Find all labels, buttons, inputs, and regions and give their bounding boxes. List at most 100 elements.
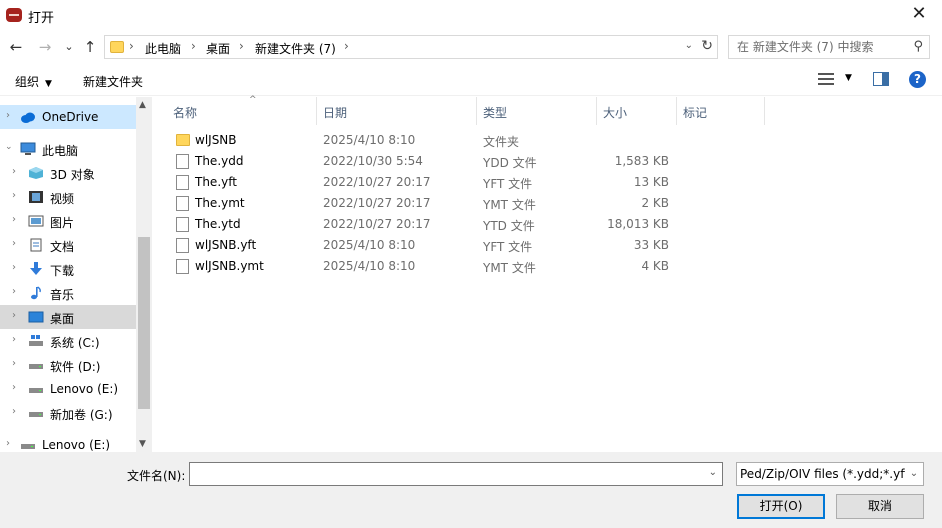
sidebar-item-drive-g[interactable]: › 新加卷 (G:) <box>0 401 136 425</box>
expand-chevron-icon[interactable]: › <box>12 406 16 417</box>
breadcrumb-this-pc[interactable]: 此电脑 <box>145 40 181 57</box>
sidebar-item-drive-d[interactable]: › 软件 (D:) <box>0 353 136 377</box>
file-row[interactable]: wlJSNB.ymt 2025/4/10 8:10 YMT 文件 4 KB <box>155 256 775 277</box>
column-header-name[interactable]: 名称 ^ <box>165 95 317 125</box>
view-options-icon[interactable] <box>818 72 834 86</box>
sidebar-item-desktop[interactable]: › 桌面 <box>0 305 136 329</box>
search-box: ⚲ <box>728 35 930 59</box>
organize-button[interactable]: 组织 ▼ <box>15 73 52 90</box>
caret-down-icon: ▼ <box>45 79 52 89</box>
file-name: The.ytd <box>195 217 241 231</box>
search-input[interactable] <box>729 36 907 58</box>
forward-button[interactable]: → <box>36 38 54 56</box>
organize-label: 组织 <box>15 75 40 89</box>
help-icon[interactable]: ? <box>909 71 926 88</box>
sidebar-item-3d-objects[interactable]: › 3D 对象 <box>0 161 136 185</box>
address-bar[interactable]: › 此电脑 › 桌面 › 新建文件夹 (7) › ⌄ ↻ <box>104 35 718 59</box>
sidebar-item-drive-e[interactable]: › Lenovo (E:) <box>0 377 136 401</box>
sidebar-item-label: 系统 (C:) <box>50 336 100 350</box>
expand-chevron-icon[interactable]: › <box>12 166 16 177</box>
sidebar-item-label: 新加卷 (G:) <box>50 408 113 422</box>
column-label: 名称 <box>173 106 198 120</box>
column-label: 大小 <box>603 106 628 120</box>
file-type: YTD 文件 <box>483 219 535 233</box>
breadcrumb-desktop[interactable]: 桌面 <box>206 40 230 57</box>
sidebar-item-label: 此电脑 <box>42 144 79 158</box>
open-file-dialog: 打开 ✕ ← → ⌄ ↑ › 此电脑 › 桌面 › 新建文件夹 (7) › ⌄ … <box>0 0 942 528</box>
file-row[interactable]: The.ytd 2022/10/27 20:17 YTD 文件 18,013 K… <box>155 214 775 235</box>
sidebar-item-music[interactable]: › 音乐 <box>0 281 136 305</box>
expand-chevron-icon[interactable]: › <box>12 358 16 369</box>
expand-chevron-icon[interactable]: › <box>6 438 10 449</box>
column-header-size[interactable]: 大小 <box>595 97 677 125</box>
file-size: 33 KB <box>633 238 669 252</box>
sidebar-item-videos[interactable]: › 视频 <box>0 185 136 209</box>
address-dropdown-chevron-down-icon[interactable]: ⌄ <box>685 40 693 51</box>
file-type-filter-value: Ped/Zip/OIV files (*.ydd;*.yft; <box>740 467 913 481</box>
document-icon <box>28 238 44 252</box>
file-name: The.ydd <box>195 154 244 168</box>
sidebar-item-lenovo-e[interactable]: › Lenovo (E:) <box>0 433 136 452</box>
expand-chevron-icon[interactable]: › <box>12 334 16 345</box>
sidebar-item-label: Lenovo (E:) <box>42 438 111 452</box>
expand-chevron-icon[interactable]: › <box>12 214 16 225</box>
desktop-icon <box>28 310 44 324</box>
file-row[interactable]: The.ydd 2022/10/30 5:54 YDD 文件 1,583 KB <box>155 151 775 172</box>
filename-history-chevron-down-icon[interactable]: ⌄ <box>709 467 717 478</box>
download-icon <box>28 262 44 276</box>
dialog-footer: 文件名(N): ⌄ Ped/Zip/OIV files (*.ydd;*.yft… <box>0 452 942 528</box>
file-type-filter-select[interactable]: Ped/Zip/OIV files (*.ydd;*.yft; ⌄ <box>736 462 924 486</box>
preview-pane-icon[interactable] <box>873 72 889 86</box>
sidebar-item-downloads[interactable]: › 下载 <box>0 257 136 281</box>
expand-chevron-icon[interactable]: › <box>12 382 16 393</box>
file-icon <box>176 154 189 169</box>
navigation-scrollbar[interactable]: ▲ ▼ <box>136 97 152 452</box>
column-header-tags[interactable]: 标记 <box>675 97 765 125</box>
file-row[interactable]: The.ymt 2022/10/27 20:17 YMT 文件 2 KB <box>155 193 775 214</box>
sidebar-item-onedrive[interactable]: › OneDrive <box>0 105 136 129</box>
navigation-bar: ← → ⌄ ↑ › 此电脑 › 桌面 › 新建文件夹 (7) › ⌄ ↻ ⚲ <box>0 30 942 64</box>
breadcrumb-current-folder[interactable]: 新建文件夹 (7) <box>255 40 336 57</box>
close-button[interactable]: ✕ <box>896 0 942 30</box>
file-date: 2025/4/10 8:10 <box>323 259 416 273</box>
column-header-type[interactable]: 类型 <box>475 97 597 125</box>
sort-ascending-icon: ^ <box>249 95 257 105</box>
file-icon <box>176 175 189 190</box>
expand-chevron-icon[interactable]: › <box>12 190 16 201</box>
file-icon <box>176 238 189 253</box>
sidebar-item-drive-c[interactable]: › 系统 (C:) <box>0 329 136 353</box>
system-drive-icon <box>28 334 44 348</box>
filename-input[interactable]: ⌄ <box>189 462 723 486</box>
drive-icon <box>20 438 36 452</box>
column-header-date[interactable]: 日期 <box>315 97 477 125</box>
file-row[interactable]: The.yft 2022/10/27 20:17 YFT 文件 13 KB <box>155 172 775 193</box>
expand-chevron-icon[interactable]: › <box>12 238 16 249</box>
cancel-button[interactable]: 取消 <box>836 494 924 519</box>
expand-chevron-icon[interactable]: › <box>12 262 16 273</box>
breadcrumb-separator: › <box>344 39 349 53</box>
file-type: YFT 文件 <box>483 240 533 254</box>
filter-chevron-down-icon[interactable]: ⌄ <box>905 463 923 485</box>
sidebar-item-this-pc[interactable]: ⌄ 此电脑 <box>0 137 136 161</box>
file-size: 2 KB <box>641 196 669 210</box>
search-icon[interactable]: ⚲ <box>913 39 923 54</box>
view-dropdown-caret-icon[interactable]: ▼ <box>845 73 852 83</box>
expand-chevron-icon[interactable]: › <box>12 310 16 321</box>
open-button[interactable]: 打开(O) <box>737 494 825 519</box>
scroll-up-icon[interactable]: ▲ <box>139 100 146 110</box>
refresh-icon[interactable]: ↻ <box>701 38 713 54</box>
file-row[interactable]: wlJSNB.yft 2025/4/10 8:10 YFT 文件 33 KB <box>155 235 775 256</box>
recent-locations-chevron-down-icon[interactable]: ⌄ <box>60 38 78 56</box>
new-folder-button[interactable]: 新建文件夹 <box>83 73 143 90</box>
expand-chevron-icon[interactable]: › <box>6 110 10 121</box>
file-row[interactable]: wlJSNB 2025/4/10 8:10 文件夹 <box>155 130 775 151</box>
scrollbar-thumb[interactable] <box>138 237 150 409</box>
file-name: wlJSNB.yft <box>195 238 257 252</box>
expand-chevron-icon[interactable]: › <box>12 286 16 297</box>
sidebar-item-documents[interactable]: › 文档 <box>0 233 136 257</box>
sidebar-item-pictures[interactable]: › 图片 <box>0 209 136 233</box>
scroll-down-icon[interactable]: ▼ <box>139 439 146 449</box>
up-button[interactable]: ↑ <box>81 38 99 56</box>
back-button[interactable]: ← <box>7 38 25 56</box>
collapse-chevron-icon[interactable]: ⌄ <box>5 142 13 152</box>
